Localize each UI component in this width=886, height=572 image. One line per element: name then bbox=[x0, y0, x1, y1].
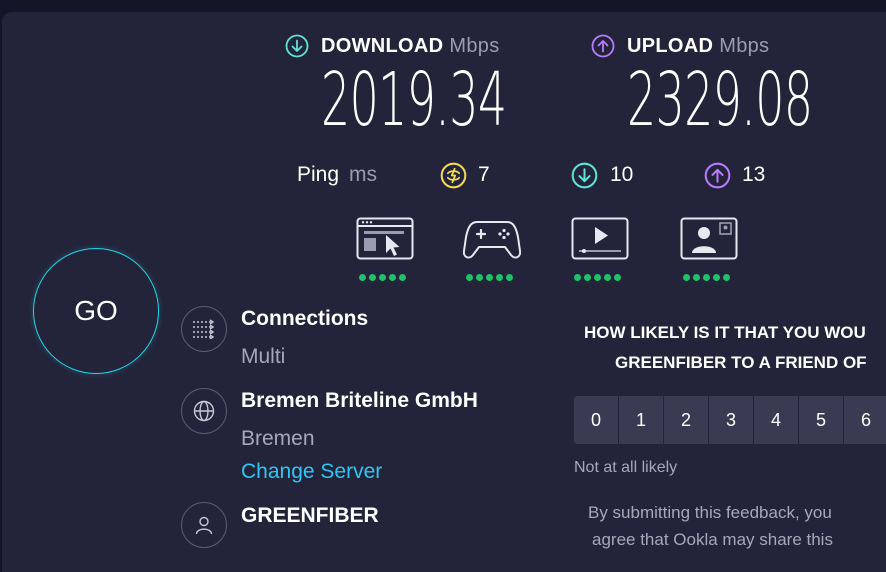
rating-dot bbox=[594, 274, 601, 281]
quality-video-chat bbox=[680, 217, 738, 281]
gaming-rating-dots bbox=[466, 274, 521, 281]
rating-dot bbox=[496, 274, 503, 281]
feedback-notice-line2: agree that Ookla may share this bbox=[592, 530, 833, 549]
upload-label: UPLOAD bbox=[627, 34, 714, 57]
video-streaming-icon bbox=[571, 217, 629, 260]
rating-dot bbox=[693, 274, 700, 281]
top-bar bbox=[0, 0, 886, 12]
user-icon bbox=[195, 516, 213, 535]
scale-option-3[interactable]: 3 bbox=[709, 396, 753, 444]
go-button[interactable]: GO bbox=[33, 248, 159, 374]
scale-option-6[interactable]: 6 bbox=[844, 396, 886, 444]
rating-dot bbox=[399, 274, 406, 281]
ping-label-group: Ping ms bbox=[297, 163, 377, 187]
download-value: 2019.34 bbox=[321, 57, 507, 143]
download-unit: Mbps bbox=[449, 34, 500, 57]
scale-low-hint: Not at all likely bbox=[574, 459, 678, 476]
connections-icon bbox=[193, 319, 215, 339]
rating-dot bbox=[713, 274, 720, 281]
rating-dot bbox=[614, 274, 621, 281]
gaming-icon bbox=[462, 221, 522, 259]
provider-name: GREENFIBER bbox=[241, 504, 379, 527]
scale-option-5[interactable]: 5 bbox=[799, 396, 843, 444]
rating-dot bbox=[359, 274, 366, 281]
quality-video-streaming bbox=[571, 217, 629, 281]
rating-dot bbox=[506, 274, 513, 281]
ping-label: Ping bbox=[297, 163, 340, 186]
likelihood-scale: 0 1 2 3 4 5 6 bbox=[574, 396, 886, 444]
upload-arrow-icon bbox=[591, 34, 615, 58]
browsing-icon bbox=[356, 217, 414, 260]
survey-question-line1: HOW LIKELY IS IT THAT YOU WOU bbox=[584, 323, 866, 342]
ping-idle-value: 7 bbox=[478, 163, 490, 186]
feedback-notice-line1: By submitting this feedback, you bbox=[588, 503, 832, 522]
download-label: DOWNLOAD bbox=[321, 34, 444, 57]
server-icon-wrap bbox=[181, 388, 227, 434]
rating-dot bbox=[584, 274, 591, 281]
survey-question-line2: GREENFIBER TO A FRIEND OF bbox=[615, 353, 867, 372]
upload-value: 2329.08 bbox=[627, 57, 813, 143]
rating-dot bbox=[723, 274, 730, 281]
rating-dot bbox=[379, 274, 386, 281]
video-chat-rating-dots bbox=[683, 274, 738, 281]
rating-dot bbox=[486, 274, 493, 281]
quality-browsing bbox=[356, 217, 414, 281]
video-rating-dots bbox=[574, 274, 629, 281]
scale-option-0[interactable]: 0 bbox=[574, 396, 618, 444]
provider-icon-wrap bbox=[181, 502, 227, 548]
rating-dot bbox=[389, 274, 396, 281]
connections-title: Connections bbox=[241, 307, 369, 330]
download-header: DOWNLOAD Mbps bbox=[285, 34, 500, 58]
rating-dot bbox=[476, 274, 483, 281]
rating-dot bbox=[683, 274, 690, 281]
idle-latency-icon bbox=[440, 162, 467, 189]
download-latency-icon bbox=[571, 162, 598, 189]
connections-value: Multi bbox=[241, 345, 286, 368]
server-location: Bremen bbox=[241, 427, 315, 450]
upload-unit: Mbps bbox=[719, 34, 770, 57]
globe-icon bbox=[193, 400, 215, 422]
download-arrow-icon bbox=[285, 34, 309, 58]
rating-dot bbox=[703, 274, 710, 281]
server-name: Bremen Briteline GmbH bbox=[241, 389, 478, 412]
connections-icon-wrap bbox=[181, 306, 227, 352]
rating-dot bbox=[466, 274, 473, 281]
rating-dot bbox=[604, 274, 611, 281]
scale-option-1[interactable]: 1 bbox=[619, 396, 663, 444]
scale-option-4[interactable]: 4 bbox=[754, 396, 798, 444]
ping-upload-value: 13 bbox=[742, 163, 766, 186]
upload-header: UPLOAD Mbps bbox=[591, 34, 769, 58]
scale-option-2[interactable]: 2 bbox=[664, 396, 708, 444]
video-chat-icon bbox=[680, 217, 738, 260]
rating-dot bbox=[574, 274, 581, 281]
quality-gaming bbox=[462, 217, 522, 281]
rating-dot bbox=[369, 274, 376, 281]
ping-download-value: 10 bbox=[610, 163, 634, 186]
change-server-link[interactable]: Change Server bbox=[241, 460, 382, 484]
ping-unit: ms bbox=[349, 163, 378, 186]
upload-latency-icon bbox=[704, 162, 731, 189]
browsing-rating-dots bbox=[359, 274, 414, 281]
